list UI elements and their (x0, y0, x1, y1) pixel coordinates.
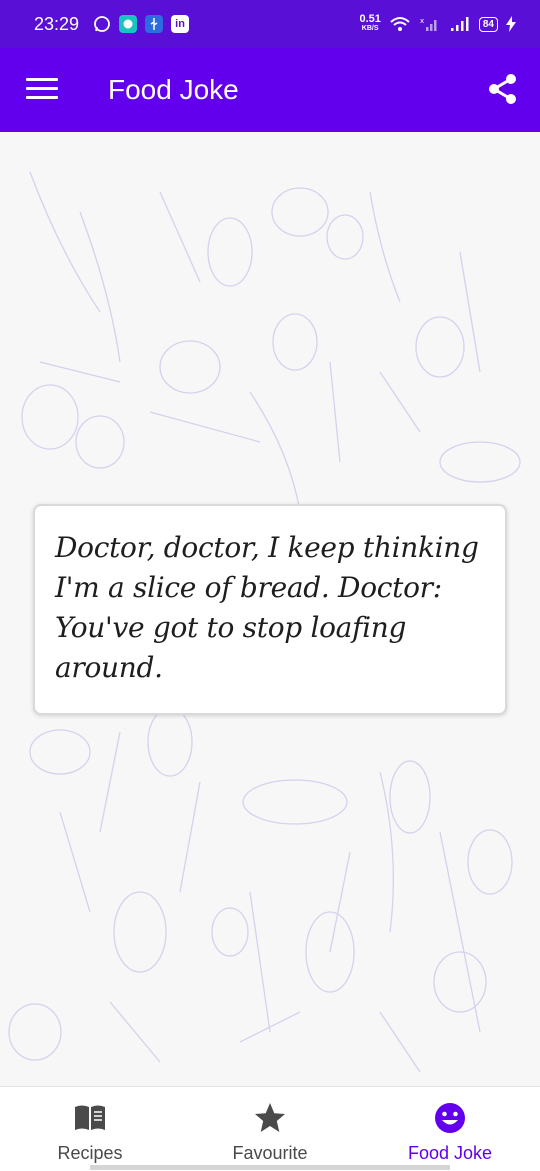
whatsapp-icon (93, 15, 111, 33)
nav-item-food-joke[interactable]: Food Joke (360, 1087, 540, 1171)
notification-icons: in (93, 15, 190, 33)
linkedin-icon: in (171, 15, 190, 33)
smiley-icon (435, 1103, 465, 1133)
status-time: 23:29 (34, 13, 80, 34)
nav-label-recipes: Recipes (57, 1143, 123, 1163)
signal-sim2-icon (450, 17, 469, 31)
status-bar: 23:29 in 0.51 KB/S x 84 (0, 0, 540, 48)
app-bar: Food Joke (0, 48, 540, 132)
net-speed-value: 0.51 (359, 13, 381, 25)
joke-card: Doctor, doctor, I keep thinking I'm a sl… (33, 504, 507, 715)
bottom-navigation: Recipes Favourite Food Joke (0, 1086, 540, 1171)
network-speed: 0.51 KB/S (359, 13, 381, 33)
hamburger-menu-icon[interactable] (26, 78, 58, 102)
nav-item-favourite[interactable]: Favourite (180, 1087, 360, 1171)
nav-label-favourite: Favourite (232, 1143, 308, 1163)
usb-icon (145, 15, 164, 33)
signal-sim1-icon: x (420, 17, 437, 31)
net-speed-unit: KB/S (361, 25, 379, 32)
joke-content-area: Doctor, doctor, I keep thinking I'm a sl… (0, 132, 540, 1086)
joke-text: Doctor, doctor, I keep thinking I'm a sl… (55, 531, 479, 684)
nav-item-recipes[interactable]: Recipes (0, 1087, 180, 1171)
share-icon[interactable] (486, 72, 520, 106)
nav-label-food-joke: Food Joke (407, 1143, 493, 1163)
status-right: 0.51 KB/S x 84 (359, 13, 516, 33)
star-icon (255, 1103, 285, 1132)
wifi-icon (390, 17, 410, 31)
gesture-bar (90, 1165, 450, 1170)
svg-text:x: x (420, 17, 424, 25)
book-icon (75, 1105, 105, 1130)
messages-icon (119, 15, 138, 33)
charging-icon (506, 16, 516, 32)
page-title: Food Joke (108, 74, 239, 105)
battery-level: 84 (478, 16, 498, 32)
